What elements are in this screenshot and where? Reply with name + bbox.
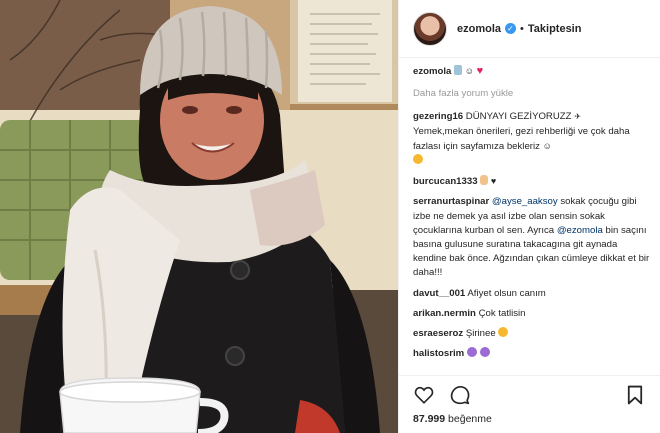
comment-username[interactable]: halistosrim [413,348,464,359]
separator-dot: • [520,22,524,35]
heart-eyes-emoji-icon [413,154,423,165]
red-heart-emoji-icon: ♥ [476,65,484,77]
comment-text: Afiyet olsun canım [467,287,546,299]
comment-text: DÜNYAYI GEZİYORUZZ [465,111,572,123]
likes-label: beğenme [448,413,492,425]
author-username[interactable]: ezomola [457,23,501,35]
comment-item: gezering16 DÜNYAYI GEZİYORUZZ ✈ Yemek,me… [413,110,650,168]
post-actions: 87.999 beğenme [399,375,660,433]
comment-item: serranurtaspinar @ayse_aaksoy sokak çocu… [413,195,650,280]
airplane-emoji-icon: ✈ [574,112,581,122]
comment-username[interactable]: serranurtaspinar [413,196,489,207]
comment-username[interactable]: burcucan1333 [413,176,478,187]
comment-item: davut__001 Afiyet olsun canım [413,287,650,301]
comment-bubble-icon[interactable] [449,384,471,406]
post-photo[interactable] [0,0,398,433]
smile-emoji-icon: ☺ [464,66,474,76]
post-header: ezomola ✓ • Takiptesin [399,0,660,58]
comment-username[interactable]: davut__001 [413,288,465,299]
caption: ezomola ☺ ♥ [413,64,650,79]
likes-number: 87.999 [413,413,446,425]
avatar[interactable] [413,11,447,46]
comment-item: esraeseroz Şirinee [413,327,650,341]
comment-text: Yemek,mekan önerileri, gezi rehberliği v… [413,125,630,152]
woman-photo-illustration [0,0,398,433]
bookmark-icon[interactable] [624,384,646,406]
comment-item: halistosrim [413,347,650,361]
likes-count[interactable]: 87.999 beğenme [413,413,646,425]
comment-text: Çok tatlisin [478,307,526,319]
mention-link[interactable]: @ayse_aaksoy [492,196,558,207]
follow-status-button[interactable]: Takiptesin [528,23,582,35]
blush-emoji-icon [498,327,509,338]
heart-outline-icon[interactable] [413,384,435,406]
load-more-comments-link[interactable]: Daha fazla yorum yükle [413,87,650,101]
comments-list: ezomola ☺ ♥ Daha fazla yorum yükle gezer… [413,64,650,373]
coffee-emoji-icon [454,65,463,75]
comment-username[interactable]: esraeseroz [413,328,463,339]
purple-heart-emoji-icon [479,347,490,358]
hand-emoji-icon [480,175,489,186]
smile-emoji-icon: ☺ [542,140,552,151]
comment-item: burcucan1333 ♥ [413,174,650,189]
comment-text: Şirinee [465,328,496,340]
mention-link[interactable]: @ezomola [557,225,603,236]
action-icons [413,380,646,410]
post-view: ezomola ✓ • Takiptesin ezomola ☺ ♥ Daha … [0,0,660,433]
verified-badge-icon: ✓ [505,23,517,34]
post-side-panel: ezomola ✓ • Takiptesin ezomola ☺ ♥ Daha … [398,0,660,433]
comment-username[interactable]: arikan.nermin [413,308,476,319]
comment-item: arikan.nermin Çok tatlisin [413,307,650,321]
purple-heart-emoji-icon [466,347,477,358]
comment-username[interactable]: gezering16 [413,111,463,122]
black-heart-emoji-icon: ♥ [490,176,497,187]
comment-username[interactable]: ezomola [413,66,451,77]
